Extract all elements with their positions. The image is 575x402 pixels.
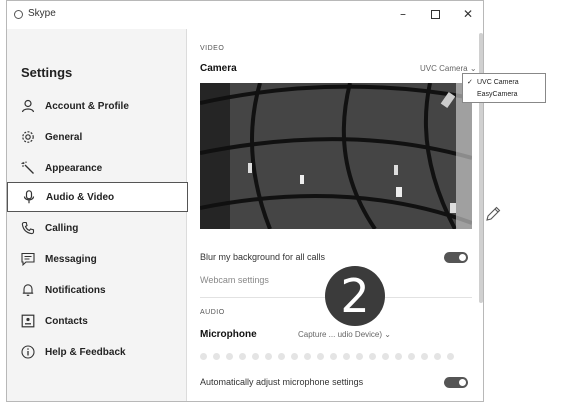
microphone-select-value: Capture ... udio Device)	[298, 330, 383, 339]
maximize-button[interactable]	[421, 4, 449, 24]
camera-option-label: UVC Camera	[477, 78, 519, 86]
video-section-label: VIDEO	[200, 45, 225, 52]
blur-background-toggle[interactable]	[444, 252, 468, 263]
microphone-icon	[22, 190, 36, 204]
sidebar-item-label: Notifications	[45, 284, 106, 296]
camera-option-uvc[interactable]: ✓ UVC Camera	[467, 76, 541, 88]
toggle-knob	[459, 254, 466, 261]
microphone-select[interactable]: Capture ... udio Device) ⌄	[298, 330, 391, 339]
audio-section-label: AUDIO	[200, 309, 225, 316]
phone-icon	[21, 221, 35, 235]
sidebar-item-calling[interactable]: Calling	[7, 213, 188, 243]
magic-wand-icon	[21, 161, 35, 175]
sidebar-item-label: Audio & Video	[46, 191, 115, 203]
blur-background-label: Blur my background for all calls	[200, 252, 326, 262]
sidebar-item-label: Contacts	[45, 315, 88, 327]
sidebar-item-label: Help & Feedback	[45, 346, 126, 358]
sidebar-item-contacts[interactable]: Contacts	[7, 306, 188, 336]
sidebar-item-label: Messaging	[45, 253, 97, 265]
sidebar-item-label: Appearance	[45, 162, 103, 174]
auto-adjust-mic-toggle[interactable]	[444, 377, 468, 388]
gear-icon	[21, 130, 35, 144]
camera-preview	[200, 83, 472, 229]
sidebar-item-audio-video[interactable]: Audio & Video	[7, 182, 188, 212]
skype-window: Skype – ✕ Settings Account & Profile Gen…	[6, 0, 484, 402]
webcam-settings-link[interactable]: Webcam settings	[200, 275, 269, 285]
person-icon	[21, 99, 35, 113]
step-number-badge: 2	[325, 266, 385, 326]
audio-video-panel: VIDEO Camera UVC Camera ⌄ Blur my backgr…	[188, 29, 483, 401]
sidebar-item-notifications[interactable]: Notifications	[7, 275, 188, 305]
sidebar-item-messaging[interactable]: Messaging	[7, 244, 188, 274]
sidebar-item-appearance[interactable]: Appearance	[7, 153, 188, 183]
pencil-icon[interactable]	[484, 205, 502, 223]
bell-icon	[21, 283, 35, 297]
sidebar-item-label: Calling	[45, 222, 79, 234]
camera-select[interactable]: UVC Camera ⌄	[420, 64, 477, 73]
sidebar-item-label: General	[45, 131, 83, 143]
skype-logo-icon	[14, 10, 23, 19]
settings-title: Settings	[21, 65, 73, 80]
close-button[interactable]: ✕	[454, 4, 482, 24]
title-bar: Skype – ✕	[7, 1, 483, 29]
microphone-level-meter	[200, 353, 470, 361]
camera-label: Camera	[200, 63, 237, 74]
camera-dropdown-menu: ✓ UVC Camera EasyCamera	[462, 73, 546, 103]
camera-option-easycamera[interactable]: EasyCamera	[467, 88, 541, 100]
chevron-down-icon: ⌄	[469, 64, 477, 73]
contact-card-icon	[21, 314, 35, 328]
window-title: Skype	[28, 8, 56, 19]
settings-sidebar: Settings Account & Profile General Appea…	[7, 29, 188, 401]
sidebar-item-help-feedback[interactable]: Help & Feedback	[7, 337, 188, 367]
microphone-label: Microphone	[200, 329, 257, 340]
sidebar-item-label: Account & Profile	[45, 100, 129, 112]
chevron-down-icon: ⌄	[384, 330, 391, 339]
auto-adjust-mic-label: Automatically adjust microphone settings	[200, 377, 364, 387]
minimize-button[interactable]: –	[389, 4, 417, 24]
info-icon	[21, 345, 35, 359]
camera-option-label: EasyCamera	[477, 90, 518, 98]
toggle-knob	[459, 379, 466, 386]
chat-icon	[21, 252, 35, 266]
checkmark-icon: ✓	[467, 78, 473, 86]
camera-select-value: UVC Camera	[420, 64, 468, 73]
sidebar-item-account-profile[interactable]: Account & Profile	[7, 91, 188, 121]
sidebar-item-general[interactable]: General	[7, 122, 188, 152]
